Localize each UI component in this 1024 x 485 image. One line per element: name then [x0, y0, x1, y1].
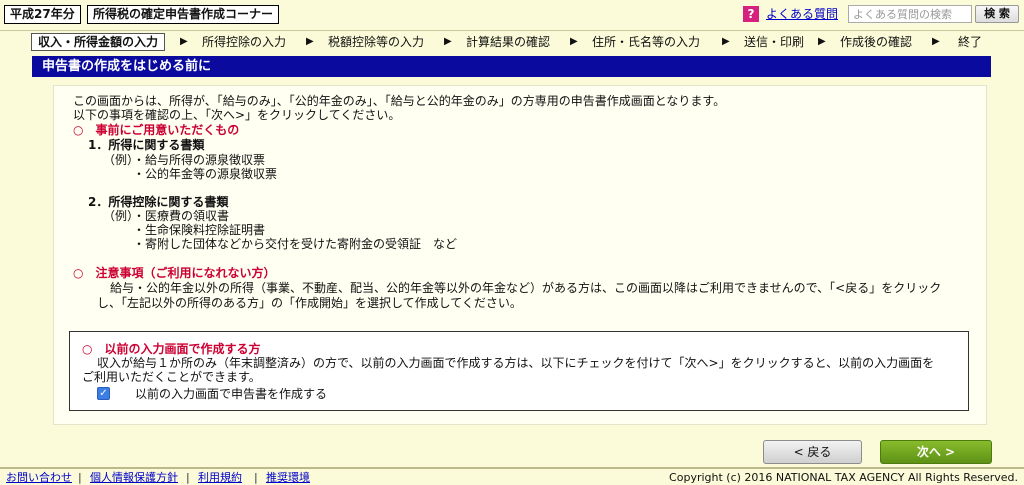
previous-screen-text: 収入が給与１か所のみ（年末調整済み）の方で、以前の入力画面で作成する方は、以下に… — [97, 356, 935, 370]
help-question-icon[interactable]: ? — [743, 6, 759, 22]
step-send-print: 送信・印刷 — [744, 35, 805, 49]
faq-link[interactable]: よくある質問 — [766, 6, 838, 22]
step-arrow-icon: ▶ — [306, 36, 314, 47]
checkmark-icon: ✓ — [99, 388, 108, 399]
step-arrow-icon: ▶ — [570, 36, 578, 47]
next-button[interactable]: 次へ > — [880, 440, 992, 464]
back-button[interactable]: < 戻る — [763, 440, 862, 464]
corner-title: 所得税の確定申告書作成コーナー — [87, 5, 280, 24]
footer-separator: | — [78, 471, 82, 484]
progress-steps: 収入・所得金額の入力 ▶ 所得控除の入力 ▶ 税額控除等の入力 ▶ 計算結果の確… — [0, 30, 1024, 52]
top-bar: 平成27年分 所得税の確定申告書作成コーナー ? よくある質問 検 索 — [0, 0, 1024, 28]
step-result-check: 計算結果の確認 — [466, 35, 551, 49]
tax-year-badge: 平成27年分 — [4, 5, 81, 24]
deduction-document-item: ・生命保険料控除証明書 — [133, 223, 266, 237]
prepare-heading: ○ 事前にご用意いただくもの — [73, 123, 240, 137]
previous-screen-checkbox-label[interactable]: 以前の入力画面で申告書を作成する — [135, 387, 327, 401]
footer-separator: | — [186, 471, 190, 484]
previous-screen-checkbox[interactable]: ✓ — [97, 387, 110, 400]
step-arrow-icon: ▶ — [818, 36, 826, 47]
intro-text: 以下の事項を確認の上、「次へ>」をクリックしてください。 — [73, 108, 401, 122]
step-post-check: 作成後の確認 — [840, 35, 913, 49]
footer-separator: | — [254, 471, 258, 484]
step-deduction-entry: 所得控除の入力 — [202, 35, 287, 49]
caution-text: 給与・公的年金以外の所得（事業、不動産、配当、公的年金等以外の年金など）がある方… — [110, 281, 942, 295]
copyright-text: Copyright (c) 2016 NATIONAL TAX AGENCY A… — [669, 471, 1018, 484]
caution-heading: ○ 注意事項（ご利用になれない方） — [73, 266, 276, 280]
footer: お問い合わせ | 個人情報保護方針 | 利用規約 | 推奨環境 Copyrigh… — [0, 467, 1024, 485]
step-arrow-icon: ▶ — [444, 36, 452, 47]
caution-text: し、「左記以外の所得のある方」の「作成開始」を選択して作成してください。 — [97, 296, 522, 310]
section-title: 申告書の作成をはじめる前に — [32, 56, 991, 77]
step-arrow-icon: ▶ — [180, 36, 188, 47]
faq-search-button[interactable]: 検 索 — [975, 5, 1019, 23]
deduction-document-item: ・寄附した団体などから交付を受けた寄附金の受領証 など — [133, 237, 458, 251]
step-income-entry: 収入・所得金額の入力 — [31, 33, 166, 51]
deduction-documents-title: 2．所得控除に関する書類 — [88, 195, 229, 209]
step-arrow-icon: ▶ — [722, 36, 730, 47]
step-address-entry: 住所・氏名等の入力 — [592, 35, 701, 49]
income-document-item: ・公的年金等の源泉徴収票 — [133, 167, 278, 181]
recommended-environment-link[interactable]: 推奨環境 — [266, 471, 310, 484]
privacy-policy-link[interactable]: 個人情報保護方針 — [90, 471, 178, 484]
terms-link[interactable]: 利用規約 — [198, 471, 242, 484]
income-documents-title: 1．所得に関する書類 — [88, 138, 205, 152]
step-finish: 終了 — [958, 35, 983, 49]
previous-screen-text: ご利用いただくことができます。 — [82, 370, 261, 384]
previous-screen-heading: ○ 以前の入力画面で作成する方 — [82, 342, 261, 356]
step-arrow-icon: ▶ — [932, 36, 940, 47]
step-tax-credit-entry: 税額控除等の入力 — [328, 35, 425, 49]
contact-link[interactable]: お問い合わせ — [6, 471, 72, 484]
income-document-item: （例）・給与所得の源泉徴収票 — [103, 153, 266, 167]
deduction-document-item: （例）・医療費の領収書 — [103, 209, 230, 223]
intro-text: この画面からは、所得が、「給与のみ」、「公的年金のみ」、「給与と公的年金のみ」の… — [73, 94, 726, 108]
faq-search-input[interactable] — [848, 5, 972, 23]
